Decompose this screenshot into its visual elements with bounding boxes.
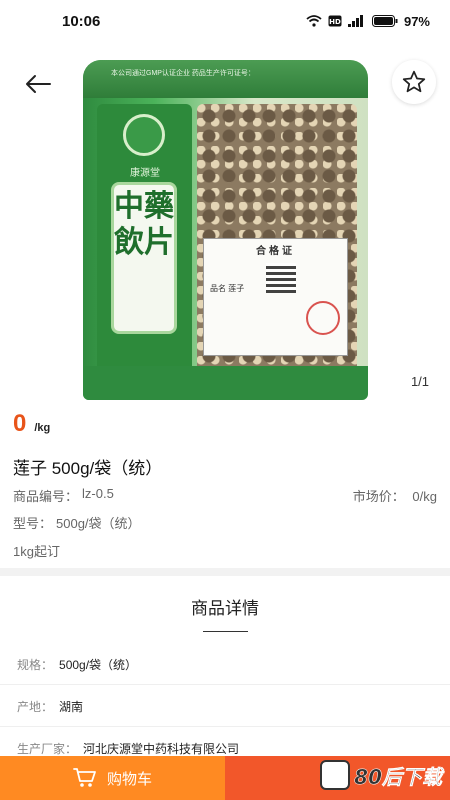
signal-icon [347,15,366,27]
status-time: 10:06 [62,12,101,30]
detail-value: 500g/袋（统） [59,658,138,672]
bottom-action-bar: 购物车 80后下载 [0,756,450,800]
price-row: 0 /kg [13,410,50,438]
detail-label: 规格： [17,658,54,672]
product-photo: 本公司通过GMP认证企业 药品生产许可证号： 康源堂 中藥飲片 合格证 品名 莲… [83,60,368,400]
star-icon [402,70,426,93]
image-counter: 1/1 [400,368,440,394]
detail-row-manufacturer: 生产厂家： 河北庆源堂中药科技有限公司 [17,740,239,757]
detail-value: 河北庆源堂中药科技有限公司 [83,742,240,756]
details-title-underline [203,631,248,632]
svg-text:HD: HD [329,18,341,26]
watermark: 80后下载 [320,760,442,790]
red-stamp [306,301,340,335]
status-bar: 10:06 HD 97% [0,0,450,42]
product-code-row: 商品编号： lz-0.5 市场价： 0/kg [13,486,437,505]
market-price-label: 市场价： [352,489,405,504]
bag-label-text: 中藥飲片 [111,182,177,334]
detail-row-origin: 产地： 湖南 [17,698,83,715]
wifi-icon [306,15,322,27]
back-button[interactable] [18,64,58,104]
model-value: 500g/袋（统） [56,516,141,531]
bag-brand-text: 康源堂 [130,168,160,179]
section-divider [0,568,450,576]
battery-level: 97% [403,13,430,29]
hd-icon: HD [328,15,342,27]
price-value: 0 [13,410,27,437]
add-to-cart-button[interactable]: 购物车 [0,756,225,800]
details-title: 商品详情 [191,599,259,618]
certificate-label: 合格证 品名 莲子 [203,238,348,356]
cart-icon [73,768,96,787]
brand-logo [123,114,165,156]
cart-label: 购物车 [106,770,152,788]
price-unit: /kg [34,422,51,434]
market-price-value: 0/kg [412,489,437,504]
min-order-row: 1kg起订 [13,541,437,560]
buy-now-button[interactable]: 80后下载 [225,756,450,800]
product-info: 0 /kg 莲子 500g/袋（统） 商品编号： lz-0.5 市场价： 0/k… [0,402,450,568]
detail-row-spec: 规格： 500g/袋（统） [17,656,137,673]
product-title: 莲子 500g/袋（统） [13,459,163,478]
product-code-value: lz-0.5 [82,486,114,501]
qr-code [266,263,296,293]
bag-top-text: 本公司通过GMP认证企业 药品生产许可证号： [111,70,255,77]
min-order-text: 1kg起订 [13,544,60,559]
status-icons: HD 97% [306,14,430,29]
favorite-button[interactable] [392,60,436,104]
detail-value: 湖南 [59,700,84,714]
detail-label: 生产厂家： [17,742,78,756]
watermark-logo-icon [320,760,351,790]
arrow-left-icon [26,75,51,93]
product-code-label: 商品编号： [13,489,79,504]
watermark-text: 80后下载 [354,764,442,789]
battery-icon [371,15,398,27]
detail-label: 产地： [17,700,54,714]
model-label: 型号： [13,516,53,531]
model-row: 型号： 500g/袋（统） [13,513,437,532]
product-image-gallery[interactable]: 本公司通过GMP认证企业 药品生产许可证号： 康源堂 中藥飲片 合格证 品名 莲… [0,42,450,402]
market-price: 市场价： 0/kg [353,486,437,505]
